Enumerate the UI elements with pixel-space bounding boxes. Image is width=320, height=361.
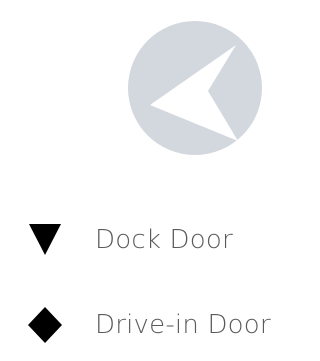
triangle-down-icon: [26, 221, 64, 259]
legend-label-dock-door: Dock Door: [95, 225, 233, 255]
legend-item-dock-door: Dock Door: [0, 215, 308, 265]
legend-label-drive-in-door: Drive-in Door: [95, 310, 271, 340]
legend-item-drive-in-door: Drive-in Door: [0, 300, 308, 350]
logo-icon: [128, 21, 262, 155]
diamond-icon: [26, 306, 64, 344]
